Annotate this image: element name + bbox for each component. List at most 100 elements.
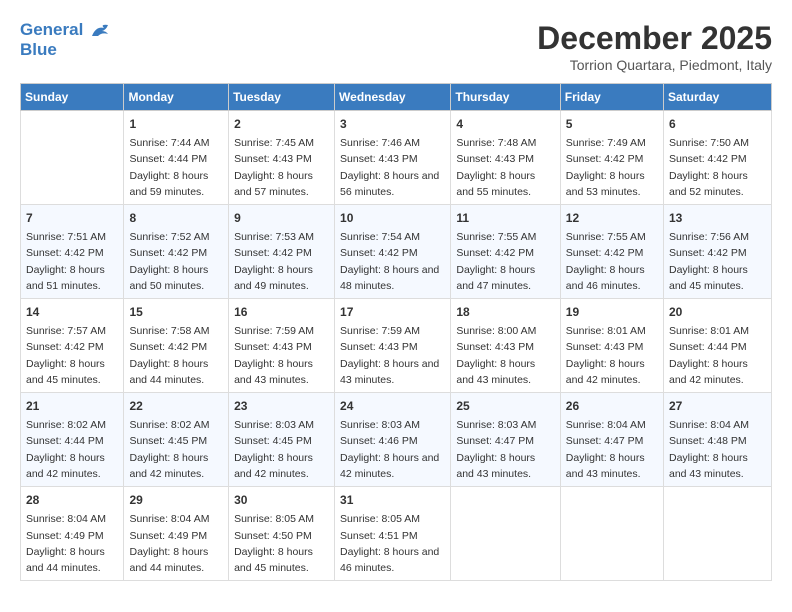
cell-info: Sunrise: 7:48 AMSunset: 4:43 PMDaylight:… bbox=[456, 135, 554, 200]
cell-info: Sunrise: 8:05 AMSunset: 4:50 PMDaylight:… bbox=[234, 511, 329, 576]
day-number: 1 bbox=[129, 115, 223, 133]
bird-icon bbox=[90, 22, 112, 40]
week-row-2: 7 Sunrise: 7:51 AMSunset: 4:42 PMDayligh… bbox=[21, 205, 772, 299]
cell-info: Sunrise: 8:05 AMSunset: 4:51 PMDaylight:… bbox=[340, 511, 445, 576]
day-number: 2 bbox=[234, 115, 329, 133]
day-number: 19 bbox=[566, 303, 658, 321]
day-cell: 22 Sunrise: 8:02 AMSunset: 4:45 PMDaylig… bbox=[124, 393, 229, 487]
cell-info: Sunrise: 7:54 AMSunset: 4:42 PMDaylight:… bbox=[340, 229, 445, 294]
day-cell: 2 Sunrise: 7:45 AMSunset: 4:43 PMDayligh… bbox=[229, 111, 335, 205]
day-number: 12 bbox=[566, 209, 658, 227]
day-cell: 10 Sunrise: 7:54 AMSunset: 4:42 PMDaylig… bbox=[335, 205, 451, 299]
cell-info: Sunrise: 7:55 AMSunset: 4:42 PMDaylight:… bbox=[566, 229, 658, 294]
day-cell: 26 Sunrise: 8:04 AMSunset: 4:47 PMDaylig… bbox=[560, 393, 663, 487]
header-cell-wednesday: Wednesday bbox=[335, 84, 451, 111]
day-number: 30 bbox=[234, 491, 329, 509]
cell-info: Sunrise: 7:50 AMSunset: 4:42 PMDaylight:… bbox=[669, 135, 766, 200]
logo: General Blue bbox=[20, 20, 112, 61]
cell-info: Sunrise: 8:03 AMSunset: 4:47 PMDaylight:… bbox=[456, 417, 554, 482]
cell-info: Sunrise: 7:44 AMSunset: 4:44 PMDaylight:… bbox=[129, 135, 223, 200]
day-cell: 16 Sunrise: 7:59 AMSunset: 4:43 PMDaylig… bbox=[229, 299, 335, 393]
day-cell: 6 Sunrise: 7:50 AMSunset: 4:42 PMDayligh… bbox=[664, 111, 772, 205]
page-header: General Blue December 2025 Torrion Quart… bbox=[20, 20, 772, 73]
day-cell: 27 Sunrise: 8:04 AMSunset: 4:48 PMDaylig… bbox=[664, 393, 772, 487]
day-number: 26 bbox=[566, 397, 658, 415]
day-cell bbox=[451, 487, 560, 581]
week-row-3: 14 Sunrise: 7:57 AMSunset: 4:42 PMDaylig… bbox=[21, 299, 772, 393]
day-cell: 9 Sunrise: 7:53 AMSunset: 4:42 PMDayligh… bbox=[229, 205, 335, 299]
day-number: 29 bbox=[129, 491, 223, 509]
cell-info: Sunrise: 8:02 AMSunset: 4:44 PMDaylight:… bbox=[26, 417, 118, 482]
cell-info: Sunrise: 7:55 AMSunset: 4:42 PMDaylight:… bbox=[456, 229, 554, 294]
day-cell: 7 Sunrise: 7:51 AMSunset: 4:42 PMDayligh… bbox=[21, 205, 124, 299]
day-number: 4 bbox=[456, 115, 554, 133]
day-number: 13 bbox=[669, 209, 766, 227]
title-block: December 2025 Torrion Quartara, Piedmont… bbox=[537, 20, 772, 73]
header-cell-friday: Friday bbox=[560, 84, 663, 111]
day-number: 16 bbox=[234, 303, 329, 321]
day-number: 10 bbox=[340, 209, 445, 227]
day-cell: 13 Sunrise: 7:56 AMSunset: 4:42 PMDaylig… bbox=[664, 205, 772, 299]
cell-info: Sunrise: 8:04 AMSunset: 4:49 PMDaylight:… bbox=[129, 511, 223, 576]
day-number: 9 bbox=[234, 209, 329, 227]
day-cell: 1 Sunrise: 7:44 AMSunset: 4:44 PMDayligh… bbox=[124, 111, 229, 205]
logo-text: General Blue bbox=[20, 20, 112, 61]
day-number: 6 bbox=[669, 115, 766, 133]
header-row: SundayMondayTuesdayWednesdayThursdayFrid… bbox=[21, 84, 772, 111]
day-cell: 20 Sunrise: 8:01 AMSunset: 4:44 PMDaylig… bbox=[664, 299, 772, 393]
month-title: December 2025 bbox=[537, 20, 772, 57]
day-number: 31 bbox=[340, 491, 445, 509]
cell-info: Sunrise: 7:46 AMSunset: 4:43 PMDaylight:… bbox=[340, 135, 445, 200]
day-number: 14 bbox=[26, 303, 118, 321]
day-number: 15 bbox=[129, 303, 223, 321]
cell-info: Sunrise: 7:56 AMSunset: 4:42 PMDaylight:… bbox=[669, 229, 766, 294]
day-cell: 19 Sunrise: 8:01 AMSunset: 4:43 PMDaylig… bbox=[560, 299, 663, 393]
day-cell: 23 Sunrise: 8:03 AMSunset: 4:45 PMDaylig… bbox=[229, 393, 335, 487]
cell-info: Sunrise: 7:59 AMSunset: 4:43 PMDaylight:… bbox=[234, 323, 329, 388]
header-cell-saturday: Saturday bbox=[664, 84, 772, 111]
cell-info: Sunrise: 7:53 AMSunset: 4:42 PMDaylight:… bbox=[234, 229, 329, 294]
day-number: 27 bbox=[669, 397, 766, 415]
calendar-body: 1 Sunrise: 7:44 AMSunset: 4:44 PMDayligh… bbox=[21, 111, 772, 581]
day-cell: 12 Sunrise: 7:55 AMSunset: 4:42 PMDaylig… bbox=[560, 205, 663, 299]
day-number: 20 bbox=[669, 303, 766, 321]
day-number: 23 bbox=[234, 397, 329, 415]
day-number: 25 bbox=[456, 397, 554, 415]
week-row-4: 21 Sunrise: 8:02 AMSunset: 4:44 PMDaylig… bbox=[21, 393, 772, 487]
day-cell: 25 Sunrise: 8:03 AMSunset: 4:47 PMDaylig… bbox=[451, 393, 560, 487]
day-number: 22 bbox=[129, 397, 223, 415]
day-cell: 15 Sunrise: 7:58 AMSunset: 4:42 PMDaylig… bbox=[124, 299, 229, 393]
cell-info: Sunrise: 8:04 AMSunset: 4:48 PMDaylight:… bbox=[669, 417, 766, 482]
day-cell: 24 Sunrise: 8:03 AMSunset: 4:46 PMDaylig… bbox=[335, 393, 451, 487]
day-number: 5 bbox=[566, 115, 658, 133]
day-cell: 21 Sunrise: 8:02 AMSunset: 4:44 PMDaylig… bbox=[21, 393, 124, 487]
day-cell: 5 Sunrise: 7:49 AMSunset: 4:42 PMDayligh… bbox=[560, 111, 663, 205]
cell-info: Sunrise: 8:01 AMSunset: 4:44 PMDaylight:… bbox=[669, 323, 766, 388]
day-number: 11 bbox=[456, 209, 554, 227]
cell-info: Sunrise: 7:49 AMSunset: 4:42 PMDaylight:… bbox=[566, 135, 658, 200]
cell-info: Sunrise: 7:52 AMSunset: 4:42 PMDaylight:… bbox=[129, 229, 223, 294]
cell-info: Sunrise: 7:45 AMSunset: 4:43 PMDaylight:… bbox=[234, 135, 329, 200]
location: Torrion Quartara, Piedmont, Italy bbox=[537, 57, 772, 73]
day-number: 18 bbox=[456, 303, 554, 321]
day-number: 8 bbox=[129, 209, 223, 227]
cell-info: Sunrise: 8:02 AMSunset: 4:45 PMDaylight:… bbox=[129, 417, 223, 482]
day-cell: 11 Sunrise: 7:55 AMSunset: 4:42 PMDaylig… bbox=[451, 205, 560, 299]
cell-info: Sunrise: 8:04 AMSunset: 4:47 PMDaylight:… bbox=[566, 417, 658, 482]
day-number: 28 bbox=[26, 491, 118, 509]
day-cell: 18 Sunrise: 8:00 AMSunset: 4:43 PMDaylig… bbox=[451, 299, 560, 393]
week-row-1: 1 Sunrise: 7:44 AMSunset: 4:44 PMDayligh… bbox=[21, 111, 772, 205]
day-cell: 4 Sunrise: 7:48 AMSunset: 4:43 PMDayligh… bbox=[451, 111, 560, 205]
cell-info: Sunrise: 7:58 AMSunset: 4:42 PMDaylight:… bbox=[129, 323, 223, 388]
cell-info: Sunrise: 8:01 AMSunset: 4:43 PMDaylight:… bbox=[566, 323, 658, 388]
header-cell-thursday: Thursday bbox=[451, 84, 560, 111]
day-cell: 29 Sunrise: 8:04 AMSunset: 4:49 PMDaylig… bbox=[124, 487, 229, 581]
cell-info: Sunrise: 7:59 AMSunset: 4:43 PMDaylight:… bbox=[340, 323, 445, 388]
day-number: 3 bbox=[340, 115, 445, 133]
day-cell: 3 Sunrise: 7:46 AMSunset: 4:43 PMDayligh… bbox=[335, 111, 451, 205]
day-cell bbox=[21, 111, 124, 205]
day-cell bbox=[664, 487, 772, 581]
day-cell: 31 Sunrise: 8:05 AMSunset: 4:51 PMDaylig… bbox=[335, 487, 451, 581]
cell-info: Sunrise: 8:04 AMSunset: 4:49 PMDaylight:… bbox=[26, 511, 118, 576]
header-cell-monday: Monday bbox=[124, 84, 229, 111]
